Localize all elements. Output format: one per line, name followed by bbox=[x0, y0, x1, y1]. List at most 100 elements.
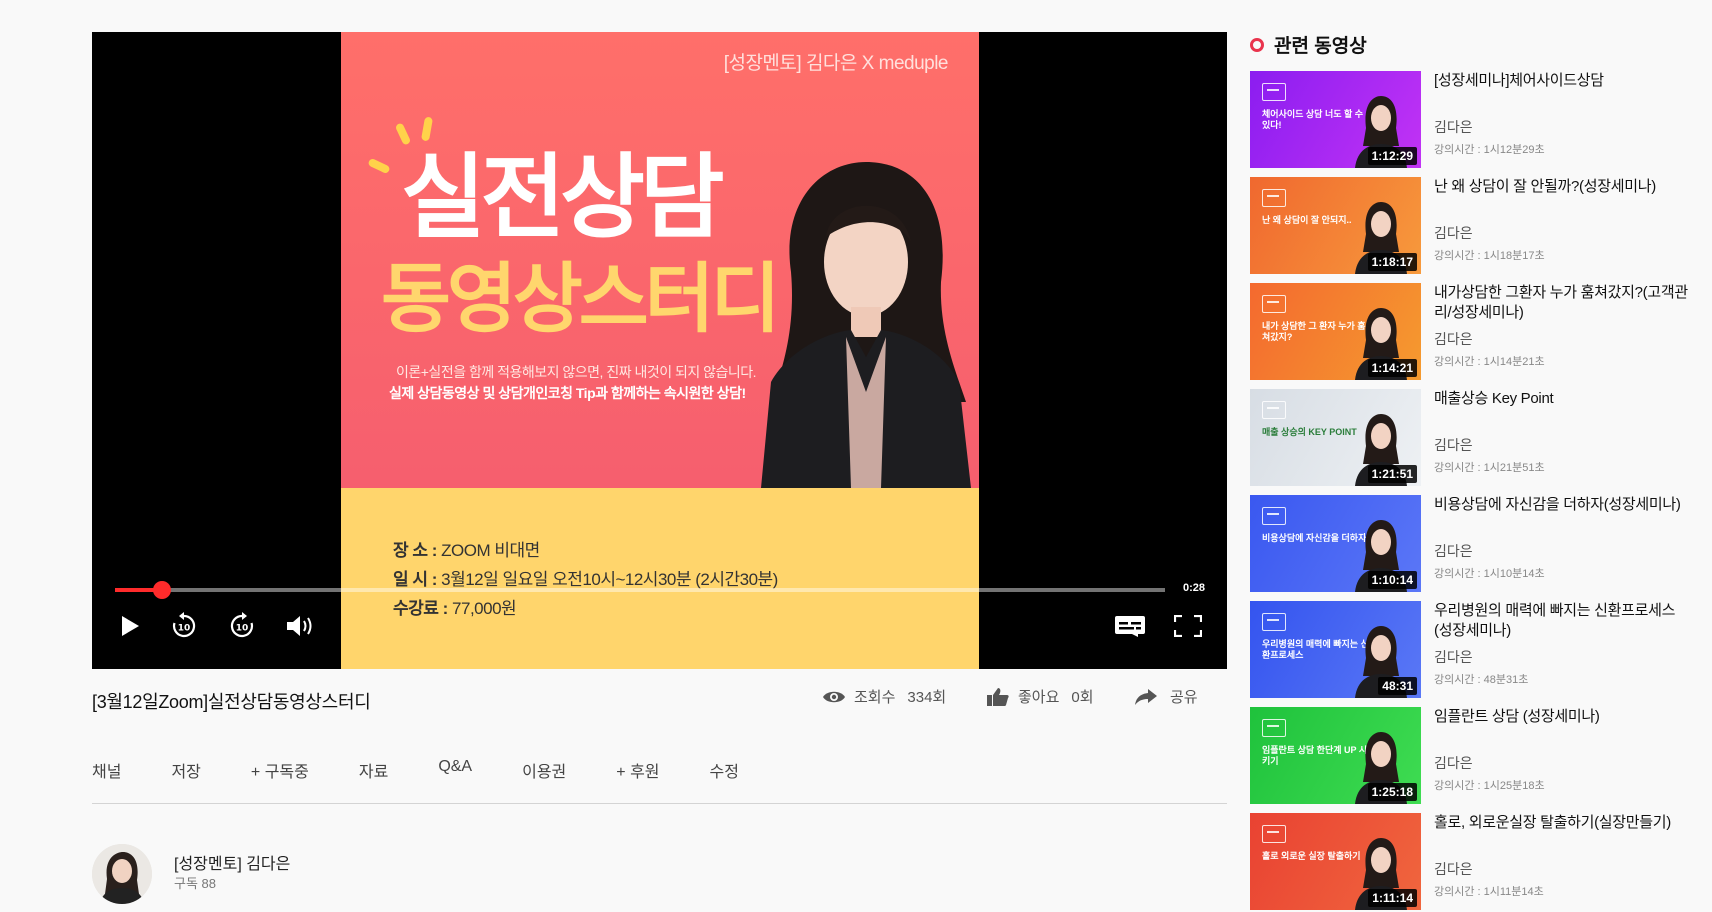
captions-button[interactable] bbox=[1110, 607, 1150, 645]
thumbs-up-icon bbox=[987, 687, 1009, 706]
likes-label: 좋아요 bbox=[1018, 689, 1060, 706]
fullscreen-button[interactable] bbox=[1170, 607, 1206, 645]
progress-knob[interactable] bbox=[153, 581, 172, 599]
brand-logo-icon bbox=[1262, 507, 1286, 525]
related-videos-heading: 관련 동영상 bbox=[1250, 31, 1367, 58]
poster-info-fee: 수강료 : 77,000원 bbox=[393, 599, 517, 618]
action-save[interactable]: 저장 bbox=[171, 758, 200, 782]
eye-icon bbox=[823, 691, 845, 702]
play-icon bbox=[122, 616, 139, 636]
fullscreen-icon bbox=[1174, 615, 1202, 637]
video-thumbnail[interactable]: 임플란트 상담 한단계 UP 시키기 1:25:18 bbox=[1250, 707, 1421, 804]
action-subscribed[interactable]: + 구독중 bbox=[251, 758, 309, 782]
video-thumbnail[interactable]: 난 왜 상담이 잘 안되지.. 1:18:17 bbox=[1250, 177, 1421, 274]
poster-title-line2: 동영상스터디 bbox=[381, 257, 781, 342]
brand-logo-icon bbox=[1262, 295, 1286, 313]
video-thumbnail[interactable]: 홀로 외로운 실장 탈출하기 1:11:14 bbox=[1250, 813, 1421, 910]
divider bbox=[92, 803, 1227, 804]
video-thumbnail[interactable]: 우리병원의 매력에 빠지는 신환프로세스 48:31 bbox=[1250, 601, 1421, 698]
related-video-item[interactable]: 우리병원의 매력에 빠지는 신환프로세스 48:31 우리병원의 매력에 빠지는… bbox=[1250, 601, 1690, 698]
poster-subtitle-1: 이론+실전을 함께 적용해보지 않으면, 진짜 내것이 되지 않습니다. bbox=[396, 364, 757, 380]
related-video-length: 강의시간 : 1시12분29초 bbox=[1434, 144, 1545, 156]
poster-top: [성장멘토] 김다은 X meduple 실전상담 동영상스터디 이론+실전을 … bbox=[341, 32, 979, 488]
like-button[interactable]: 좋아요 0회 bbox=[986, 686, 1094, 707]
action-channel[interactable]: 채널 bbox=[92, 758, 121, 782]
likes-value: 0회 bbox=[1071, 689, 1094, 706]
ring-icon bbox=[1250, 37, 1264, 52]
avatar-image bbox=[92, 844, 152, 904]
rewind-10-button[interactable]: 10 bbox=[166, 607, 202, 645]
poster-subtitle-2: 실제 상담동영상 및 상담개인코칭 Tip과 함께하는 속시원한 상담! bbox=[389, 385, 746, 401]
action-qna[interactable]: Q&A bbox=[438, 758, 472, 782]
svg-text:10: 10 bbox=[178, 624, 191, 634]
related-video-author: 김다은 bbox=[1434, 861, 1473, 877]
video-thumbnail[interactable]: 매출 상승의 KEY POINT 1:21:51 bbox=[1250, 389, 1421, 486]
action-donate[interactable]: + 후원 bbox=[616, 758, 659, 782]
current-time: 0:28 bbox=[1182, 582, 1205, 594]
related-video-author: 김다은 bbox=[1434, 437, 1473, 453]
brand-logo-icon bbox=[1262, 83, 1286, 101]
channel-avatar[interactable] bbox=[92, 844, 152, 904]
related-video-item[interactable]: 내가 상담한 그 환자 누가 훔쳐갔지? 1:14:21 내가상담한 그환자 누… bbox=[1250, 283, 1690, 380]
related-video-author: 김다은 bbox=[1434, 649, 1473, 665]
video-duration: 1:10:14 bbox=[1367, 571, 1417, 589]
poster-brand: [성장멘토] 김다은 X meduple bbox=[723, 53, 949, 74]
channel-name[interactable]: [성장멘토] 김다은 bbox=[174, 850, 290, 874]
share-icon bbox=[1135, 688, 1157, 705]
volume-button[interactable] bbox=[280, 607, 320, 645]
poster-info-location: 장 소 : ZOOM 비대면 bbox=[393, 541, 540, 560]
brand-logo-icon bbox=[1262, 719, 1286, 737]
related-video-title[interactable]: 비용상담에 자신감을 더하자(성장세미나) bbox=[1434, 495, 1690, 515]
poster-title-line1: 실전상담 bbox=[401, 147, 725, 249]
poster-info-panel: 장 소 : ZOOM 비대면 일 시 : 3월12일 일요일 오전10시~12시… bbox=[341, 488, 979, 669]
video-poster: [성장멘토] 김다은 X meduple 실전상담 동영상스터디 이론+실전을 … bbox=[341, 32, 979, 669]
video-player[interactable]: [성장멘토] 김다은 X meduple 실전상담 동영상스터디 이론+실전을 … bbox=[92, 32, 1227, 669]
video-duration: 1:21:51 bbox=[1367, 465, 1417, 483]
related-video-title[interactable]: 난 왜 상담이 잘 안될까?(성장세미나) bbox=[1434, 177, 1690, 197]
related-video-length: 강의시간 : 1시18분17초 bbox=[1434, 250, 1545, 262]
related-video-title[interactable]: 임플란트 상담 (성장세미나) bbox=[1434, 707, 1690, 727]
rewind-10-icon: 10 bbox=[172, 612, 196, 638]
view-count: 조회수 334회 bbox=[822, 686, 946, 707]
brand-logo-icon bbox=[1262, 189, 1286, 207]
related-video-length: 강의시간 : 1시21분51초 bbox=[1434, 462, 1545, 474]
play-button[interactable] bbox=[112, 607, 148, 645]
related-video-title[interactable]: 매출상승 Key Point bbox=[1434, 389, 1690, 409]
related-video-item[interactable]: 임플란트 상담 한단계 UP 시키기 1:25:18 임플란트 상담 (성장세미… bbox=[1250, 707, 1690, 804]
related-video-item[interactable]: 체어사이드 상담 너도 할 수 있다! 1:12:29 [성장세미나]체어사이드… bbox=[1250, 71, 1690, 168]
video-duration: 1:18:17 bbox=[1367, 253, 1417, 271]
subscriber-count: 구독 88 bbox=[174, 876, 216, 891]
related-videos-title: 관련 동영상 bbox=[1274, 36, 1367, 57]
action-bar: 채널 저장 + 구독중 자료 Q&A 이용권 + 후원 수정 bbox=[92, 758, 739, 782]
progress-bar[interactable] bbox=[115, 581, 1165, 599]
video-thumbnail[interactable]: 내가 상담한 그 환자 누가 훔쳐갔지? 1:14:21 bbox=[1250, 283, 1421, 380]
brand-logo-icon bbox=[1262, 401, 1286, 419]
video-duration: 1:25:18 bbox=[1367, 783, 1417, 801]
video-thumbnail[interactable]: 비용상담에 자신감을 더하자 1:10:14 bbox=[1250, 495, 1421, 592]
related-video-title[interactable]: 홀로, 외로운실장 탈출하기(실장만들기) bbox=[1434, 813, 1690, 833]
related-video-title[interactable]: 우리병원의 매력에 빠지는 신환프로세스 (성장세미나) bbox=[1434, 601, 1690, 641]
action-edit[interactable]: 수정 bbox=[710, 758, 739, 782]
related-video-item[interactable]: 난 왜 상담이 잘 안되지.. 1:18:17 난 왜 상담이 잘 안될까?(성… bbox=[1250, 177, 1690, 274]
related-video-item[interactable]: 홀로 외로운 실장 탈출하기 1:11:14 홀로, 외로운실장 탈출하기(실장… bbox=[1250, 813, 1690, 910]
related-video-title[interactable]: 내가상담한 그환자 누가 훔쳐갔지?(고객관리/성장세미나) bbox=[1434, 283, 1690, 323]
video-thumbnail[interactable]: 체어사이드 상담 너도 할 수 있다! 1:12:29 bbox=[1250, 71, 1421, 168]
share-button[interactable]: 공유 bbox=[1134, 686, 1198, 707]
related-video-length: 강의시간 : 1시10분14초 bbox=[1434, 568, 1545, 580]
svg-text:10: 10 bbox=[236, 624, 249, 634]
video-duration: 48:31 bbox=[1378, 677, 1417, 695]
presenter-image bbox=[761, 162, 971, 488]
views-label: 조회수 bbox=[854, 689, 896, 706]
related-video-item[interactable]: 비용상담에 자신감을 더하자 1:10:14 비용상담에 자신감을 더하자(성장… bbox=[1250, 495, 1690, 592]
related-video-title[interactable]: [성장세미나]체어사이드상담 bbox=[1434, 71, 1690, 91]
forward-10-button[interactable]: 10 bbox=[224, 607, 260, 645]
related-video-length: 강의시간 : 1시11분14초 bbox=[1434, 886, 1544, 898]
video-duration: 1:11:14 bbox=[1368, 889, 1417, 907]
related-video-author: 김다은 bbox=[1434, 331, 1473, 347]
action-pass[interactable]: 이용권 bbox=[522, 758, 566, 782]
related-video-length: 강의시간 : 1시14분21초 bbox=[1434, 356, 1545, 368]
action-materials[interactable]: 자료 bbox=[359, 758, 388, 782]
views-value: 334회 bbox=[907, 689, 947, 706]
related-video-item[interactable]: 매출 상승의 KEY POINT 1:21:51 매출상승 Key Point … bbox=[1250, 389, 1690, 486]
video-title: [3월12일Zoom]실전상담동영상스터디 bbox=[92, 692, 371, 712]
